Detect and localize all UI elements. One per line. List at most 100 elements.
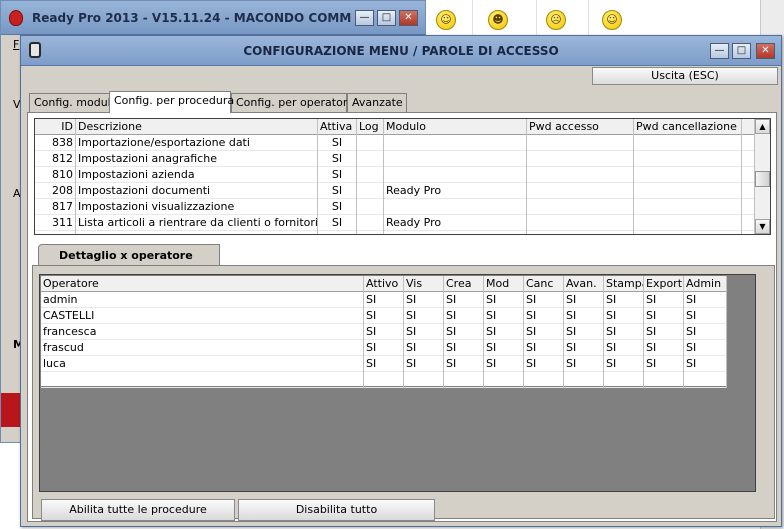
- sad-icon[interactable]: ☹: [546, 10, 566, 30]
- cell-pwd-accesso[interactable]: [527, 167, 634, 183]
- column-header-avan[interactable]: Avan.: [564, 276, 604, 292]
- column-header-operatore[interactable]: Operatore: [41, 276, 364, 292]
- cell-descrizione[interactable]: Impostazioni visualizzazione: [76, 199, 318, 215]
- cell-permission[interactable]: SI: [484, 292, 524, 308]
- cell-permission[interactable]: SI: [524, 292, 564, 308]
- cell-permission[interactable]: SI: [564, 308, 604, 324]
- cell-attiva[interactable]: SI: [318, 215, 357, 231]
- cell-permission[interactable]: SI: [484, 340, 524, 356]
- procedures-grid[interactable]: ID Descrizione Attiva Log Modulo Pwd acc…: [34, 118, 771, 235]
- cell-pwd-accesso[interactable]: [527, 231, 634, 234]
- column-header-attiva[interactable]: Attiva: [318, 119, 357, 135]
- column-header-log[interactable]: Log: [357, 119, 384, 135]
- cell-permission[interactable]: SI: [444, 356, 484, 372]
- cell-permission[interactable]: SI: [364, 308, 404, 324]
- cell-permission[interactable]: SI: [564, 340, 604, 356]
- cell-attiva[interactable]: SI: [318, 167, 357, 183]
- cell-permission[interactable]: [564, 372, 604, 388]
- cell-descrizione[interactable]: Impostazioni documenti: [76, 183, 318, 199]
- tab-config-moduli[interactable]: Config. moduli: [29, 93, 114, 113]
- cell-modulo[interactable]: [384, 167, 527, 183]
- cell-log[interactable]: [357, 199, 384, 215]
- table-row[interactable]: 311 Lista articoli a rientrare da clienti…: [35, 215, 755, 231]
- cell-permission[interactable]: [524, 372, 564, 388]
- cell-permission[interactable]: SI: [364, 324, 404, 340]
- cell-permission[interactable]: SI: [444, 308, 484, 324]
- table-row[interactable]: francesca SI SI SI SI SI SI SI SI SI: [41, 324, 727, 340]
- cell-permission[interactable]: SI: [444, 340, 484, 356]
- cell-permission[interactable]: SI: [404, 308, 444, 324]
- column-header-mod[interactable]: Mod: [484, 276, 524, 292]
- smile-icon[interactable]: ☺: [436, 10, 456, 30]
- cell-permission[interactable]: SI: [684, 308, 727, 324]
- table-row[interactable]: 812 Impostazioni anagrafiche SI: [35, 151, 755, 167]
- column-header-modulo[interactable]: Modulo: [384, 119, 527, 135]
- tab-dettaglio-operatore[interactable]: Dettaglio x operatore: [38, 244, 220, 266]
- table-row[interactable]: frascud SI SI SI SI SI SI SI SI SI: [41, 340, 727, 356]
- cell-descrizione[interactable]: Importazione/esportazione dati: [76, 135, 318, 151]
- laugh-icon[interactable]: ☻: [488, 10, 508, 30]
- cell-attiva[interactable]: SI: [318, 231, 357, 234]
- cell-attiva[interactable]: SI: [318, 151, 357, 167]
- cell-descrizione[interactable]: Impostazioni anagrafiche: [76, 151, 318, 167]
- cell-permission[interactable]: SI: [684, 292, 727, 308]
- cell-permission[interactable]: SI: [564, 292, 604, 308]
- cell-descrizione[interactable]: Listini di vendita: [76, 231, 318, 234]
- cell-permission[interactable]: SI: [644, 324, 684, 340]
- cell-operatore[interactable]: [41, 372, 364, 388]
- disable-all-button[interactable]: Disabilita tutto: [238, 499, 435, 521]
- scroll-up-icon[interactable]: ▲: [755, 119, 770, 134]
- table-row[interactable]: luca SI SI SI SI SI SI SI SI SI: [41, 356, 727, 372]
- cell-permission[interactable]: SI: [564, 356, 604, 372]
- cell-pwd-accesso[interactable]: [527, 183, 634, 199]
- cell-modulo[interactable]: Ready Pro: [384, 231, 527, 234]
- cell-permission[interactable]: SI: [604, 308, 644, 324]
- exit-button[interactable]: Uscita (ESC): [592, 67, 778, 85]
- enable-all-button[interactable]: Abilita tutte le procedure: [41, 499, 235, 521]
- cell-pwd-cancellazione[interactable]: [634, 183, 742, 199]
- cell-permission[interactable]: [484, 372, 524, 388]
- cell-permission[interactable]: [444, 372, 484, 388]
- cell-permission[interactable]: SI: [684, 324, 727, 340]
- cell-permission[interactable]: SI: [404, 324, 444, 340]
- column-header-canc[interactable]: Canc: [524, 276, 564, 292]
- tab-config-per-operatore[interactable]: Config. per operatore: [231, 93, 354, 113]
- cell-modulo[interactable]: Ready Pro: [384, 215, 527, 231]
- table-row[interactable]: 208 Impostazioni documenti SI Ready Pro: [35, 183, 755, 199]
- cell-operatore[interactable]: CASTELLI: [41, 308, 364, 324]
- cell-permission[interactable]: [364, 372, 404, 388]
- cell-permission[interactable]: SI: [604, 356, 644, 372]
- cell-attiva[interactable]: SI: [318, 183, 357, 199]
- cell-attiva[interactable]: SI: [318, 199, 357, 215]
- cell-permission[interactable]: SI: [364, 340, 404, 356]
- cell-permission[interactable]: SI: [564, 324, 604, 340]
- dialog-close-icon[interactable]: ✕: [756, 43, 775, 59]
- cell-modulo[interactable]: [384, 135, 527, 151]
- operators-grid[interactable]: OperatoreAttivoVisCreaModCancAvan.Stampa…: [41, 276, 727, 388]
- cell-permission[interactable]: [604, 372, 644, 388]
- column-header-attivo[interactable]: Attivo: [364, 276, 404, 292]
- cell-descrizione[interactable]: Lista articoli a rientrare da clienti o …: [76, 215, 318, 231]
- cell-permission[interactable]: SI: [404, 356, 444, 372]
- cell-permission[interactable]: SI: [684, 340, 727, 356]
- table-row[interactable]: 817 Impostazioni visualizzazione SI: [35, 199, 755, 215]
- scroll-down-icon[interactable]: ▼: [755, 219, 770, 234]
- cell-id[interactable]: 20: [35, 231, 76, 234]
- cell-id[interactable]: 812: [35, 151, 76, 167]
- cell-permission[interactable]: SI: [484, 308, 524, 324]
- column-header-pwd-accesso[interactable]: Pwd accesso: [527, 119, 634, 135]
- cell-permission[interactable]: SI: [444, 292, 484, 308]
- cell-operatore[interactable]: admin: [41, 292, 364, 308]
- cell-pwd-cancellazione[interactable]: [634, 215, 742, 231]
- close-icon[interactable]: ✕: [399, 10, 418, 26]
- cell-id[interactable]: 817: [35, 199, 76, 215]
- cell-permission[interactable]: SI: [364, 356, 404, 372]
- wink-icon[interactable]: ☺: [602, 10, 622, 30]
- procedures-scrollbar[interactable]: ▲ ▼: [754, 119, 770, 234]
- cell-pwd-accesso[interactable]: [527, 151, 634, 167]
- cell-permission[interactable]: SI: [444, 324, 484, 340]
- background-menu-item[interactable]: F: [13, 38, 19, 51]
- table-row[interactable]: CASTELLI SI SI SI SI SI SI SI SI SI: [41, 308, 727, 324]
- scroll-thumb[interactable]: [755, 171, 770, 187]
- cell-pwd-accesso[interactable]: [527, 199, 634, 215]
